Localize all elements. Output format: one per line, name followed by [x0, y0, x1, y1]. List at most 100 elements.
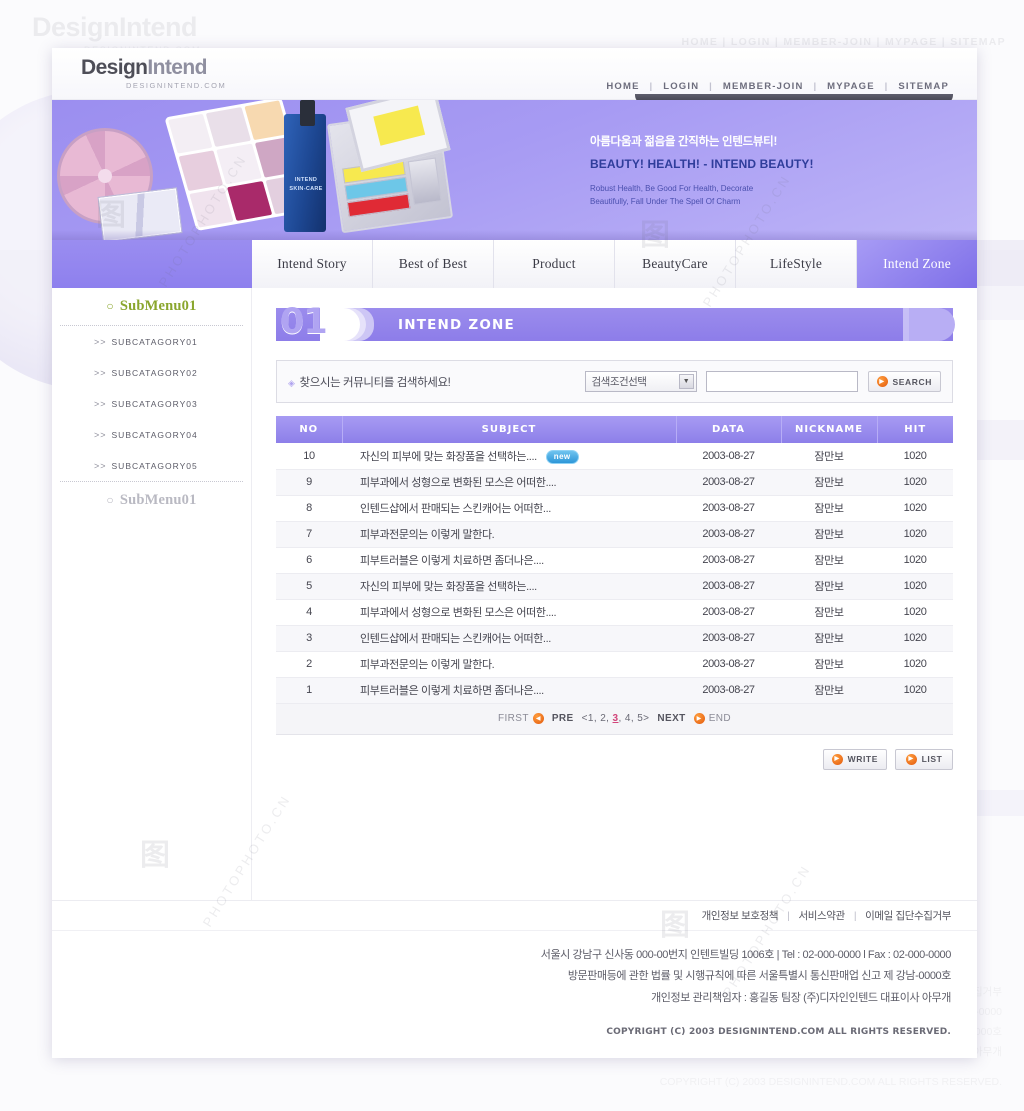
hero-banner: INTEND SKIN-CARE 아름다움과 젊음을 간직하는 인텐드뷰티! B…: [52, 100, 977, 240]
cell-hit: 1020: [877, 547, 953, 574]
topnav-separator: |: [813, 81, 818, 92]
cell-subject[interactable]: 피부과전문의는 이렇게 말한다.: [342, 651, 676, 678]
cell-no: 2: [276, 651, 342, 678]
bottle-label-line1: INTEND: [294, 177, 318, 183]
chevron-down-icon[interactable]: ▼: [678, 374, 694, 389]
cell-subject[interactable]: 인텐드샵에서 판매되는 스킨캐어는 어떠한...: [342, 495, 676, 522]
cell-subject[interactable]: 자신의 피부에 맞는 화장품을 선택하는....: [342, 573, 676, 600]
table-row[interactable]: 1 피부트러블은 이렇게 치료하면 좀더나은.... 2003-08-27 잠만…: [276, 677, 953, 704]
cell-nickname: 잠만보: [781, 443, 877, 470]
sidebar-item-subcatagory04[interactable]: >> SUBCATAGORY04: [52, 419, 251, 450]
prev-arrow-icon[interactable]: ◀: [532, 713, 544, 724]
topnav-item-login[interactable]: LOGIN: [663, 81, 699, 92]
footer-link-terms[interactable]: 서비스약관: [799, 908, 846, 923]
cell-no: 3: [276, 625, 342, 652]
tab-best-of-best[interactable]: Best of Best: [373, 240, 494, 288]
topnav-item-member-join[interactable]: MEMBER-JOIN: [723, 81, 804, 92]
cell-no: 6: [276, 547, 342, 574]
sidebar-item-subcatagory03[interactable]: >> SUBCATAGORY03: [52, 388, 251, 419]
sidebar-item-subcatagory02[interactable]: >> SUBCATAGORY02: [52, 357, 251, 388]
pagination-first[interactable]: FIRST: [498, 713, 529, 724]
sidebar-item-label: SUBCATAGORY03: [111, 398, 198, 409]
cell-subject[interactable]: 피부과에서 성형으로 변화된 모스은 어떠한....: [342, 599, 676, 626]
table-row[interactable]: 8 인텐드샵에서 판매되는 스킨캐어는 어떠한... 2003-08-27 잠만…: [276, 495, 953, 522]
table-row[interactable]: 9 피부과에서 성형으로 변화된 모스은 어떠한.... 2003-08-27 …: [276, 469, 953, 496]
column-header-subject: SUBJECT: [342, 416, 677, 443]
topnav-item-sitemap[interactable]: SITEMAP: [898, 81, 949, 92]
sidebar-item-label: SUBCATAGORY02: [111, 367, 198, 378]
pagination-end[interactable]: END: [709, 713, 731, 724]
subject-link[interactable]: 피부과전문의는 이렇게 말한다.: [360, 659, 495, 671]
search-condition-select[interactable]: 검색조건선택 ▼: [584, 371, 697, 392]
tab-intend-zone[interactable]: Intend Zone: [857, 240, 977, 288]
cell-subject[interactable]: 자신의 피부에 맞는 화장품을 선택하는.... new: [342, 443, 676, 470]
table-row[interactable]: 4 피부과에서 성형으로 변화된 모스은 어떠한.... 2003-08-27 …: [276, 599, 953, 626]
cell-subject[interactable]: 피부트러블은 이렇게 치료하면 좀더나은....: [342, 547, 676, 574]
next-arrow-icon[interactable]: ▶: [693, 713, 705, 724]
footer-link-email-collection-refusal[interactable]: 이메일 집단수집거부: [865, 908, 951, 923]
pagination-next[interactable]: NEXT: [657, 713, 685, 724]
topnav-item-home[interactable]: HOME: [606, 81, 639, 92]
pagination-page-4[interactable]: 4: [625, 713, 631, 724]
top-utility-nav: HOME | LOGIN | MEMBER-JOIN | MYPAGE | SI…: [606, 81, 949, 92]
subject-link[interactable]: 인텐드샵에서 판매되는 스킨캐어는 어떠한...: [360, 503, 551, 515]
footer-info-line3: 개인정보 관리책임자 : 홍길동 팀장 (주)디자인인텐드 대표이사 아무개: [651, 991, 951, 1004]
banner-bottom-shadow: [52, 230, 977, 240]
table-row[interactable]: 10 자신의 피부에 맞는 화장품을 선택하는.... new 2003-08-2…: [276, 443, 953, 470]
subject-link[interactable]: 피부과에서 성형으로 변화된 모스은 어떠한....: [360, 477, 557, 489]
tab-lifestyle[interactable]: LifeStyle: [736, 240, 857, 288]
cell-hit: 1020: [877, 677, 953, 704]
table-row[interactable]: 6 피부트러블은 이렇게 치료하면 좀더나은.... 2003-08-27 잠만…: [276, 547, 953, 574]
search-prompt: ◈ 찾으시는 커뮤니티를 검색하세요!: [288, 374, 585, 390]
pagination: FIRST ◀ PRE <1, 2, 3, 4, 5> NEXT ▶ END: [276, 703, 953, 735]
pagination-page-1[interactable]: 1: [588, 713, 594, 724]
cell-date: 2003-08-27: [676, 547, 781, 574]
page-title-number: 01: [280, 302, 328, 342]
subject-link[interactable]: 피부트러블은 이렇게 치료하면 좀더나은....: [360, 685, 544, 697]
cell-no: 10: [276, 443, 342, 470]
cell-hit: 1020: [877, 625, 953, 652]
subject-link[interactable]: 피부트러블은 이렇게 치료하면 좀더나은....: [360, 555, 544, 567]
tab-product[interactable]: Product: [494, 240, 615, 288]
table-row[interactable]: 3 인텐드샵에서 판매되는 스킨캐어는 어떠한... 2003-08-27 잠만…: [276, 625, 953, 652]
subject-link[interactable]: 자신의 피부에 맞는 화장품을 선택하는....: [360, 451, 537, 463]
ghost-nav-member-join: MEMBER-JOIN: [783, 36, 873, 48]
table-row[interactable]: 5 자신의 피부에 맞는 화장품을 선택하는.... 2003-08-27 잠만…: [276, 573, 953, 600]
search-input[interactable]: [705, 371, 858, 392]
cell-nickname: 잠만보: [781, 677, 877, 704]
table-row[interactable]: 7 피부과전문의는 이렇게 말한다. 2003-08-27 잠만보 1020: [276, 521, 953, 548]
pagination-page-2[interactable]: 2: [600, 713, 606, 724]
tab-beautycare[interactable]: BeautyCare: [615, 240, 736, 288]
pagination-prev[interactable]: PRE: [552, 713, 574, 724]
cell-subject[interactable]: 피부과전문의는 이렇게 말한다.: [342, 521, 676, 548]
sidebar-submenu-active-label: SubMenu01: [119, 298, 197, 314]
footer-company-info: 서울시 강남구 신사동 000-00번지 인텐트빌딩 1006호 | Tel :…: [52, 931, 977, 1017]
search-button[interactable]: ▶ SEARCH: [867, 371, 941, 392]
topnav-item-mypage[interactable]: MYPAGE: [827, 81, 875, 92]
footer-separator: |: [853, 909, 857, 922]
sidebar-item-subcatagory01[interactable]: >> SUBCATAGORY01: [52, 326, 251, 357]
subject-link[interactable]: 피부과전문의는 이렇게 말한다.: [360, 529, 495, 541]
pagination-page-3-current[interactable]: 3: [613, 713, 619, 724]
cell-subject[interactable]: 피부과에서 성형으로 변화된 모스은 어떠한....: [342, 469, 676, 496]
sidebar-item-subcatagory05[interactable]: >> SUBCATAGORY05: [52, 450, 251, 481]
subject-link[interactable]: 자신의 피부에 맞는 화장품을 선택하는....: [360, 581, 537, 593]
cell-subject[interactable]: 인텐드샵에서 판매되는 스킨캐어는 어떠한...: [342, 625, 676, 652]
cell-subject[interactable]: 피부트러블은 이렇게 치료하면 좀더나은....: [342, 677, 676, 704]
table-row[interactable]: 2 피부과전문의는 이렇게 말한다. 2003-08-27 잠만보 1020: [276, 651, 953, 678]
footer-link-privacy[interactable]: 개인정보 보호정책: [702, 908, 779, 923]
ghost-nav-sitemap: SITEMAP: [950, 36, 1006, 48]
sidebar-submenu-active[interactable]: ○ SubMenu01: [52, 288, 251, 325]
write-button[interactable]: ▶ WRITE: [822, 748, 887, 770]
logo-text-design: Design: [81, 56, 148, 79]
list-button[interactable]: ▶ LIST: [895, 748, 953, 770]
site-footer: 개인정보 보호정책 | 서비스약관 | 이메일 집단수집거부 서울시 강남구 신…: [52, 900, 977, 1053]
sidebar-submenu-inactive[interactable]: ○ SubMenu01: [52, 482, 251, 519]
topnav-separator: |: [649, 81, 654, 92]
subject-link[interactable]: 인텐드샵에서 판매되는 스킨캐어는 어떠한...: [360, 633, 551, 645]
ghost-logo-part2: Intend: [119, 12, 198, 42]
subject-link[interactable]: 피부과에서 성형으로 변화된 모스은 어떠한....: [360, 607, 557, 619]
column-header-data: DATA: [676, 416, 782, 443]
tab-intend-story[interactable]: Intend Story: [252, 240, 373, 288]
site-logo[interactable]: DesignIntend DESIGNINTEND.COM: [81, 56, 226, 90]
